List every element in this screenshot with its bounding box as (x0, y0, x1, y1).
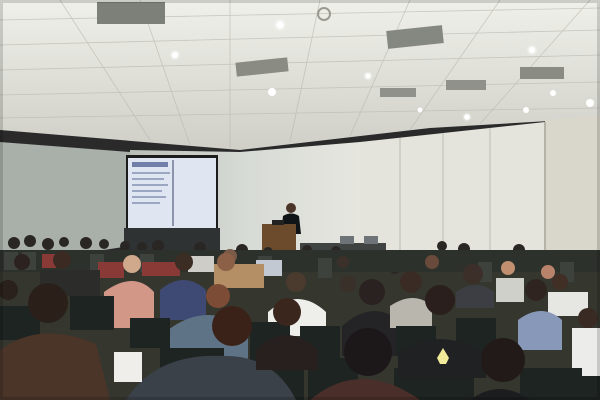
monitor (340, 236, 354, 244)
conference-room-photo (0, 0, 600, 400)
photo-canvas (0, 0, 600, 400)
panel-wall (360, 115, 600, 262)
left-wall (0, 142, 130, 266)
ceiling-vent (380, 88, 416, 97)
monitor (364, 236, 378, 244)
ceiling-vent (520, 67, 564, 79)
ceiling-vent (97, 2, 165, 24)
laptop (272, 220, 284, 225)
ceiling-vent (446, 80, 486, 90)
